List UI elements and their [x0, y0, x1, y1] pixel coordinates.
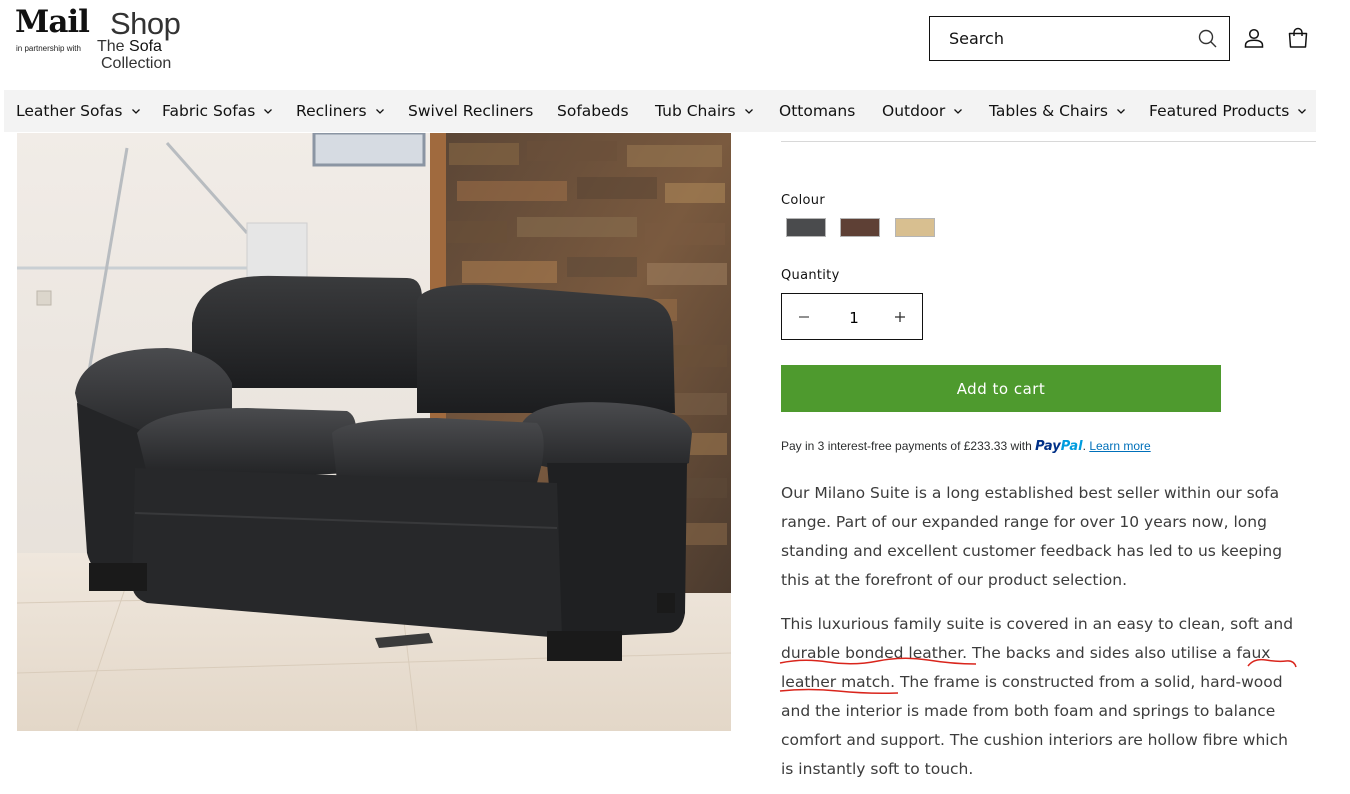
paypal-logo: PayPal: [1035, 439, 1082, 454]
nav-item-tub-chairs[interactable]: Tub Chairs: [655, 90, 754, 132]
chevron-down-icon: [264, 109, 273, 114]
logo-brand-shop: Shop: [110, 6, 181, 41]
quantity-input[interactable]: [826, 294, 882, 341]
paypal-logo-pay: Pay: [1035, 439, 1061, 454]
nav-item-recliners[interactable]: Recliners: [296, 90, 385, 132]
description-line: standing and excellent customer feedback…: [781, 542, 1283, 560]
nav-item-featured-products[interactable]: Featured Products: [1149, 90, 1307, 132]
add-to-cart-button[interactable]: Add to cart: [781, 365, 1221, 412]
search-input[interactable]: [930, 17, 1180, 60]
quantity-stepper: [781, 293, 923, 341]
nav-item-ottomans[interactable]: Ottomans: [779, 90, 855, 132]
nav-label: Tables & Chairs: [989, 102, 1108, 120]
nav-item-swivel-recliners[interactable]: Swivel Recliners: [408, 90, 533, 132]
colour-swatch-beige[interactable]: [895, 218, 935, 237]
quantity-decrease-button[interactable]: [782, 294, 826, 339]
product-image[interactable]: [17, 133, 731, 731]
paypal-text: Pay in 3 interest-free payments of £233.…: [781, 439, 1032, 453]
description-line: range. Part of our expanded range for ov…: [781, 513, 1267, 531]
nav-item-sofabeds[interactable]: Sofabeds: [557, 90, 629, 132]
nav-label: Recliners: [296, 102, 367, 120]
description-line: Our Milano Suite is a long established b…: [781, 484, 1280, 502]
colour-swatch-charcoal[interactable]: [786, 218, 826, 237]
colour-swatch-brown[interactable]: [840, 218, 880, 237]
logo-partnership-text: in partnership with: [16, 44, 81, 53]
description-line: This luxurious family suite is covered i…: [781, 615, 1294, 633]
nav-item-leather-sofas[interactable]: Leather Sofas: [16, 90, 141, 132]
paypal-logo-pal: Pal: [1060, 439, 1083, 454]
site-logo[interactable]: Mail Shop in partnership with The Sofa C…: [15, 4, 190, 74]
search-box: [929, 16, 1230, 61]
paypal-message: Pay in 3 interest-free payments of £233.…: [781, 439, 1151, 454]
description-line: is instantly soft to touch.: [781, 760, 974, 778]
logo-partner-sofa: Sofa: [129, 38, 162, 55]
nav-item-fabric-sofas[interactable]: Fabric Sofas: [162, 90, 273, 132]
section-divider: [781, 141, 1316, 142]
user-icon[interactable]: [1242, 26, 1266, 50]
nav-label: Ottomans: [779, 102, 856, 120]
chevron-down-icon: [744, 109, 753, 114]
paypal-learn-more-link[interactable]: Learn more: [1089, 439, 1150, 453]
nav-item-tables-chairs[interactable]: Tables & Chairs: [989, 90, 1126, 132]
nav-label: Swivel Recliners: [408, 102, 534, 120]
search-icon[interactable]: [1195, 26, 1221, 52]
chevron-down-icon: [375, 109, 384, 114]
logo-partner-line2: Collection: [101, 55, 172, 72]
chevron-down-icon: [131, 109, 140, 114]
chevron-down-icon: [954, 109, 963, 114]
description-line: durable bonded leather. The backs and si…: [781, 644, 1271, 662]
nav-label: Tub Chairs: [655, 102, 736, 120]
cart-icon[interactable]: [1286, 26, 1310, 50]
plus-icon: [895, 311, 905, 322]
main-navigation: Leather Sofas Fabric Sofas Recliners Swi…: [4, 90, 1316, 132]
colour-label: Colour: [781, 193, 825, 208]
product-description-para-2: This luxurious family suite is covered i…: [781, 610, 1321, 784]
logo-partner-line1: The Sofa: [97, 38, 162, 56]
quantity-label: Quantity: [781, 268, 840, 283]
logo-brand-mail: Mail: [15, 4, 90, 40]
product-description-para-1: Our Milano Suite is a long established b…: [781, 479, 1321, 595]
chevron-down-icon: [1117, 109, 1125, 114]
description-line: leather match. The frame is constructed …: [781, 673, 1283, 691]
logo-partner-the: The: [97, 38, 125, 55]
chevron-down-icon: [1298, 109, 1307, 114]
description-line: this at the forefront of our product sel…: [781, 571, 1127, 589]
description-line: and the interior is made from both foam …: [781, 702, 1276, 720]
quantity-increase-button[interactable]: [878, 294, 922, 339]
description-line: comfort and support. The cushion interio…: [781, 731, 1288, 749]
nav-item-outdoor[interactable]: Outdoor: [882, 90, 963, 132]
nav-label: Sofabeds: [557, 102, 629, 120]
nav-label: Leather Sofas: [16, 102, 123, 120]
nav-label: Featured Products: [1149, 102, 1290, 120]
minus-icon: [799, 315, 809, 318]
nav-label: Outdoor: [882, 102, 946, 120]
nav-label: Fabric Sofas: [162, 102, 256, 120]
